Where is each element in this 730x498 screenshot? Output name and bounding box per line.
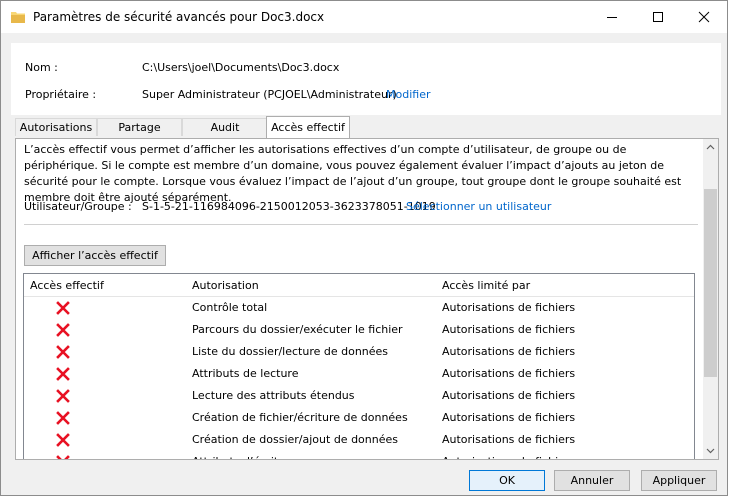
limited-by-cell: Autorisations de fichiers — [442, 323, 576, 336]
table-row[interactable]: Parcours du dossier/exécuter le fichier A… — [24, 319, 694, 341]
name-value: C:\Users\joel\Documents\Doc3.docx — [142, 61, 340, 74]
scroll-down-button[interactable] — [703, 442, 718, 459]
effective-access-panel: L’accès effectif vous permet d’afficher … — [15, 138, 719, 460]
select-user-link[interactable]: Sélectionner un utilisateur — [406, 200, 551, 213]
table-row[interactable]: Lecture des attributs étendus Autorisatio… — [24, 385, 694, 407]
change-owner-link[interactable]: Modifier — [386, 88, 430, 101]
red-x-icon — [56, 345, 70, 359]
owner-value: Super Administrateur (PCJOEL\Administrat… — [142, 88, 397, 101]
chevron-up-icon — [706, 144, 715, 150]
vertical-scrollbar[interactable] — [703, 139, 718, 459]
permission-cell: Parcours du dossier/exécuter le fichier — [192, 323, 403, 336]
close-icon — [698, 11, 710, 23]
show-effective-access-button[interactable]: Afficher l’accès effectif — [24, 245, 166, 266]
permission-cell: Contrôle total — [192, 301, 268, 314]
limited-by-cell: Autorisations de fichiers — [442, 411, 576, 424]
name-label: Nom : — [25, 61, 58, 74]
column-header-limited-by[interactable]: Accès limité par — [442, 279, 530, 292]
column-header-permission[interactable]: Autorisation — [192, 279, 259, 292]
permission-cell: Liste du dossier/lecture de données — [192, 345, 389, 358]
permission-cell: Lecture des attributs étendus — [192, 389, 355, 402]
red-x-icon — [56, 389, 70, 403]
separator — [24, 224, 698, 225]
tab-audit[interactable]: Audit — [182, 118, 268, 136]
red-x-icon — [56, 455, 70, 459]
red-x-icon — [56, 411, 70, 425]
maximize-icon — [653, 12, 663, 22]
permission-cell: Création de dossier/ajout de données — [192, 433, 398, 446]
permission-cell: Attributs de lecture — [192, 367, 299, 380]
limited-by-cell: Autorisations de fichiers — [442, 301, 576, 314]
table-row[interactable]: Création de dossier/ajout de données Auto… — [24, 429, 694, 451]
minimize-button[interactable] — [589, 1, 635, 33]
red-x-icon — [56, 433, 70, 447]
owner-label: Propriétaire : — [25, 88, 97, 101]
maximize-button[interactable] — [635, 1, 681, 33]
table-row[interactable]: Contrôle total Autorisations de fichiers — [24, 297, 694, 319]
column-header-effective-access[interactable]: Accès effectif — [30, 279, 104, 292]
tab-permissions[interactable]: Autorisations — [15, 118, 97, 136]
permission-cell: Création de fichier/écriture de données — [192, 411, 408, 424]
table-row[interactable]: Liste du dossier/lecture de données Autor… — [24, 341, 694, 363]
red-x-icon — [56, 367, 70, 381]
ok-button[interactable]: OK — [469, 470, 545, 491]
scroll-thumb[interactable] — [704, 189, 717, 377]
user-group-value: S-1-5-21-116984096-2150012053-3623378051… — [142, 200, 436, 213]
advanced-security-window: Paramètres de sécurité avancés pour Doc3… — [0, 0, 728, 496]
limited-by-cell: Autorisations de fichiers — [442, 433, 576, 446]
title-bar: Paramètres de sécurité avancés pour Doc3… — [1, 1, 727, 33]
limited-by-cell: Autorisations de fichiers — [442, 455, 575, 459]
table-row[interactable]: Attributs de lecture Autorisations de fic… — [24, 363, 694, 385]
table-row[interactable]: Attributs d’écriture Autorisations de fic… — [24, 451, 694, 459]
limited-by-cell: Autorisations de fichiers — [442, 345, 576, 358]
window-title: Paramètres de sécurité avancés pour Doc3… — [33, 10, 325, 24]
red-x-icon — [56, 301, 70, 315]
description-text: L’accès effectif vous permet d’afficher … — [24, 143, 682, 204]
table-row[interactable]: Création de fichier/écriture de données A… — [24, 407, 694, 429]
user-group-label: Utilisateur/Groupe : — [24, 200, 132, 213]
limited-by-cell: Autorisations de fichiers — [442, 389, 576, 402]
tab-sharing[interactable]: Partage — [97, 118, 182, 136]
cancel-button[interactable]: Annuler — [554, 470, 630, 491]
file-info-panel: Nom : C:\Users\joel\Documents\Doc3.docx … — [11, 43, 721, 115]
scroll-up-button[interactable] — [703, 139, 718, 156]
apply-button[interactable]: Appliquer — [641, 470, 717, 491]
permission-cell: Attributs d’écriture — [192, 455, 296, 459]
red-x-icon — [56, 323, 70, 337]
minimize-icon — [607, 17, 617, 18]
folder-icon — [11, 12, 25, 23]
chevron-down-icon — [706, 448, 715, 454]
limited-by-cell: Autorisations de fichiers — [442, 367, 576, 380]
tab-effective-access[interactable]: Accès effectif — [266, 116, 350, 138]
close-button[interactable] — [681, 1, 727, 33]
effective-access-table: Accès effectif Autorisation Accès limité… — [23, 273, 695, 459]
